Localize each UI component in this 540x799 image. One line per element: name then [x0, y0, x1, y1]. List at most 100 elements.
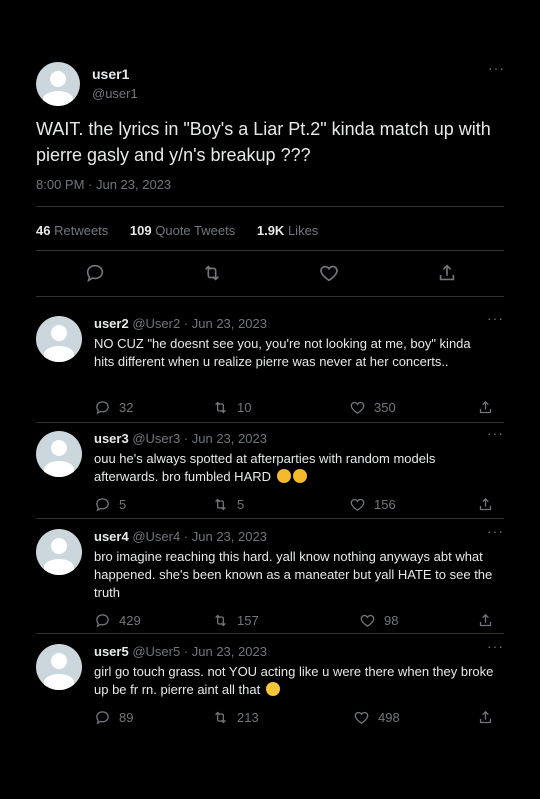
divider — [36, 250, 504, 251]
avatar[interactable] — [36, 431, 82, 477]
reply-meta: user4 @User4 · Jun 23, 2023 — [94, 529, 267, 544]
avatar-body-shape — [43, 91, 73, 106]
like-button[interactable]: 498 — [353, 709, 400, 726]
reply-handle-date[interactable]: @User3 · Jun 23, 2023 — [132, 431, 267, 446]
share-icon[interactable] — [436, 262, 458, 284]
share-button[interactable] — [477, 496, 494, 513]
reply-text: girl go touch grass. not YOU acting like… — [94, 664, 494, 697]
reply-action-bar: 5 5 156 — [94, 496, 504, 514]
more-options-icon[interactable]: ··· — [488, 60, 505, 76]
reply-text: ouu he's always spotted at afterparties … — [94, 451, 436, 484]
reply-text: NO CUZ "he doesnt see you, you're not lo… — [94, 336, 471, 369]
reply-icon — [94, 612, 111, 629]
avatar-head-shape — [51, 325, 67, 341]
like-icon — [349, 496, 366, 513]
reply-author-name[interactable]: user2 — [94, 316, 129, 331]
like-count: 156 — [374, 497, 396, 512]
like-count: 98 — [384, 613, 399, 628]
more-options-icon[interactable]: ··· — [487, 523, 504, 539]
reply-count: 32 — [119, 400, 134, 415]
tweet-action-bar — [36, 262, 504, 284]
divider — [36, 422, 504, 423]
avatar[interactable] — [36, 644, 82, 690]
likes-count: 1.9K — [256, 223, 285, 238]
retweet-button[interactable]: 213 — [212, 709, 259, 726]
avatar-body-shape — [44, 674, 74, 690]
reply-action-bar: 89 213 498 — [94, 709, 504, 727]
avatar[interactable] — [36, 529, 82, 575]
like-icon — [359, 612, 376, 629]
share-icon — [477, 496, 494, 513]
reply-meta: user3 @User3 · Jun 23, 2023 — [94, 431, 267, 446]
avatar-head-shape — [51, 440, 67, 456]
reply-meta: user2 @User2 · Jun 23, 2023 — [94, 316, 267, 331]
like-icon[interactable] — [318, 262, 340, 284]
avatar-body-shape — [44, 559, 74, 575]
avatar[interactable] — [36, 316, 82, 362]
reply-author-name[interactable]: user3 — [94, 431, 129, 446]
reply-author-name[interactable]: user5 — [94, 644, 129, 659]
reply-button[interactable]: 5 — [94, 496, 126, 513]
like-count: 350 — [374, 400, 396, 415]
retweet-count: 157 — [237, 613, 259, 628]
retweets-count: 46 — [36, 223, 51, 238]
divider — [36, 633, 504, 634]
reply-button[interactable]: 89 — [94, 709, 133, 726]
share-icon — [477, 709, 494, 726]
avatar-head-shape — [51, 653, 67, 669]
reply-author-name[interactable]: user4 — [94, 529, 129, 544]
quotes-label: Quote Tweets — [155, 223, 236, 238]
likes-label: Likes — [287, 223, 319, 238]
eye-roll-emoji — [265, 682, 280, 696]
like-button[interactable]: 350 — [349, 399, 396, 416]
share-button[interactable] — [477, 612, 494, 629]
reply-count: 429 — [119, 613, 141, 628]
likes-stat[interactable]: 1.9K Likes — [257, 223, 318, 238]
reply-button[interactable]: 429 — [94, 612, 141, 629]
tweet-timestamp[interactable]: 8:00 PM · Jun 23, 2023 — [36, 177, 171, 192]
crying-face-emoji — [276, 469, 291, 483]
crying-face-emoji — [292, 469, 307, 483]
more-options-icon[interactable]: ··· — [487, 425, 504, 441]
share-icon — [477, 612, 494, 629]
reply-handle-date[interactable]: @User4 · Jun 23, 2023 — [132, 529, 267, 544]
avatar-body-shape — [44, 461, 74, 477]
reply-count: 89 — [119, 710, 134, 725]
share-icon — [477, 399, 494, 416]
retweets-stat[interactable]: 46 Retweets — [36, 223, 108, 238]
like-button[interactable]: 98 — [359, 612, 398, 629]
reply-button[interactable]: 32 — [94, 399, 133, 416]
reply-icon — [94, 496, 111, 513]
share-button[interactable] — [477, 399, 494, 416]
author-name[interactable]: user1 — [92, 66, 129, 82]
divider — [36, 518, 504, 519]
reply-action-bar: 32 10 350 — [94, 399, 504, 417]
reply-handle-date[interactable]: @User5 · Jun 23, 2023 — [132, 644, 267, 659]
retweet-button[interactable]: 10 — [212, 399, 251, 416]
retweet-icon — [212, 496, 229, 513]
retweet-icon — [212, 612, 229, 629]
reply-handle-date[interactable]: @User2 · Jun 23, 2023 — [132, 316, 267, 331]
like-icon — [349, 399, 366, 416]
reply-meta: user5 @User5 · Jun 23, 2023 — [94, 644, 267, 659]
more-options-icon[interactable]: ··· — [487, 310, 504, 326]
reply-action-bar: 429 157 98 — [94, 612, 504, 630]
avatar[interactable] — [36, 62, 80, 106]
retweet-button[interactable]: 157 — [212, 612, 259, 629]
retweet-icon — [212, 709, 229, 726]
reply-text-block: girl go touch grass. not YOU acting like… — [94, 663, 494, 699]
quotes-count: 109 — [129, 223, 152, 238]
retweet-icon[interactable] — [201, 262, 223, 284]
reply-count: 5 — [119, 497, 127, 512]
avatar-body-shape — [44, 346, 74, 362]
quote-tweets-stat[interactable]: 109 Quote Tweets — [130, 223, 235, 238]
share-button[interactable] — [477, 709, 494, 726]
reply-icon — [94, 399, 111, 416]
author-handle[interactable]: @user1 — [92, 86, 138, 101]
like-button[interactable]: 156 — [349, 496, 396, 513]
tweet-stats: 46 Retweets 109 Quote Tweets 1.9K Likes — [36, 223, 336, 238]
reply-text: bro imagine reaching this hard. yall kno… — [94, 549, 493, 600]
more-options-icon[interactable]: ··· — [487, 638, 504, 654]
retweet-button[interactable]: 5 — [212, 496, 244, 513]
reply-icon[interactable] — [84, 262, 106, 284]
